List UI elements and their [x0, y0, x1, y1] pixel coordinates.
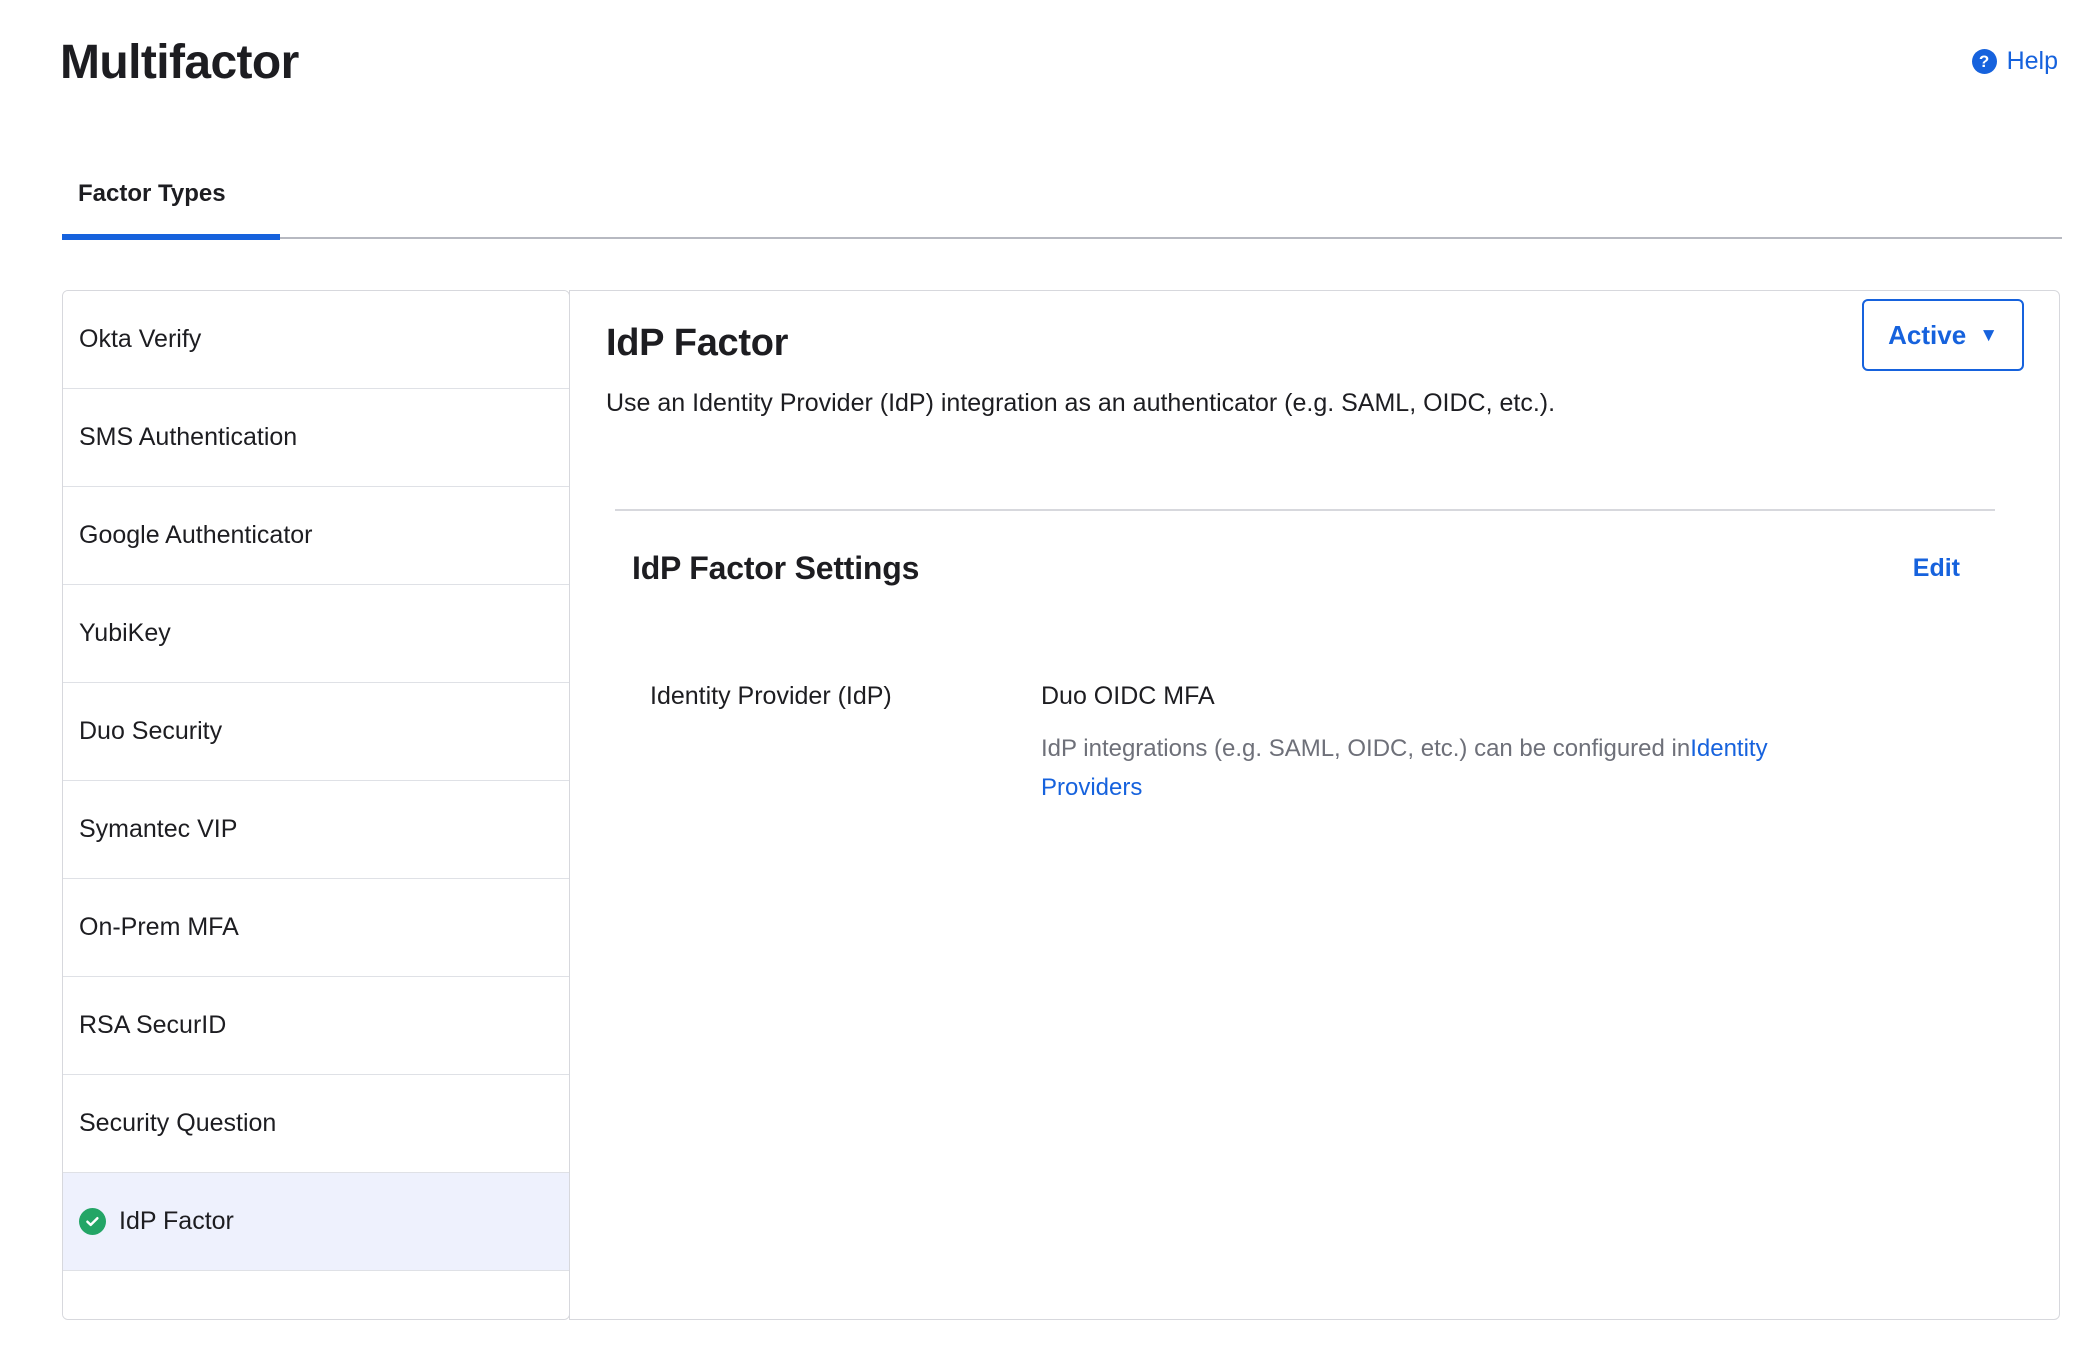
tab-factor-types-label: Factor Types — [78, 170, 226, 206]
page-header: Multifactor ? Help — [0, 0, 2100, 160]
tab-factor-types[interactable]: Factor Types — [62, 170, 242, 238]
edit-link[interactable]: Edit — [1913, 554, 1960, 583]
sidebar-item-yubikey[interactable]: YubiKey — [63, 585, 569, 683]
sidebar-filler-row — [63, 1271, 569, 1320]
sidebar-item-label: Security Question — [79, 1111, 276, 1136]
sidebar-item-label: SMS Authentication — [79, 425, 297, 450]
question-circle-icon: ? — [1972, 49, 1997, 74]
sidebar-item-rsa-securid[interactable]: RSA SecurID — [63, 977, 569, 1075]
sidebar-item-google-authenticator[interactable]: Google Authenticator — [63, 487, 569, 585]
help-label: Help — [2007, 47, 2058, 76]
tab-bar: Factor Types — [62, 170, 2062, 240]
detail-title: IdP Factor — [606, 321, 2023, 367]
field-value-group: Duo OIDC MFA IdP integrations (e.g. SAML… — [1022, 680, 1992, 807]
sidebar-item-label: Google Authenticator — [79, 523, 313, 548]
chevron-down-icon: ▼ — [1979, 326, 1998, 345]
field-row-identity-provider: Identity Provider (IdP) Duo OIDC MFA IdP… — [632, 680, 1992, 807]
sidebar-item-label: Duo Security — [79, 719, 222, 744]
status-dropdown-label: Active — [1888, 320, 1966, 351]
check-circle-icon — [79, 1208, 106, 1235]
detail-description: Use an Identity Provider (IdP) integrati… — [606, 387, 2023, 421]
content-area: Okta Verify SMS Authentication Google Au… — [62, 290, 2060, 1322]
identity-provider-value: Duo OIDC MFA — [1041, 680, 1992, 713]
sidebar-item-label: YubiKey — [79, 621, 171, 646]
factor-detail-panel: IdP Factor Use an Identity Provider (IdP… — [569, 290, 2060, 1320]
field-label: Identity Provider (IdP) — [632, 680, 1022, 807]
sidebar-item-duo-security[interactable]: Duo Security — [63, 683, 569, 781]
factor-type-list: Okta Verify SMS Authentication Google Au… — [62, 290, 570, 1320]
sidebar-item-security-question[interactable]: Security Question — [63, 1075, 569, 1173]
sidebar-item-sms-authentication[interactable]: SMS Authentication — [63, 389, 569, 487]
status-dropdown-button[interactable]: Active ▼ — [1862, 299, 2024, 371]
settings-header: IdP Factor Settings Edit — [632, 549, 1992, 587]
hint-text: IdP integrations (e.g. SAML, OIDC, etc.)… — [1041, 735, 1690, 762]
tab-active-indicator — [62, 234, 280, 240]
detail-header: IdP Factor Use an Identity Provider (IdP… — [606, 321, 2023, 420]
sidebar-item-label: On-Prem MFA — [79, 915, 239, 940]
sidebar-item-symantec-vip[interactable]: Symantec VIP — [63, 781, 569, 879]
page-title: Multifactor — [60, 34, 299, 92]
idp-factor-settings-section: IdP Factor Settings Edit Identity Provid… — [632, 549, 1992, 808]
detail-divider — [615, 509, 1995, 511]
sidebar-item-label: Okta Verify — [79, 327, 201, 352]
sidebar-item-okta-verify[interactable]: Okta Verify — [63, 291, 569, 389]
sidebar-item-idp-factor[interactable]: IdP Factor — [63, 1173, 569, 1271]
sidebar-item-label: RSA SecurID — [79, 1013, 226, 1038]
help-link[interactable]: ? Help — [1972, 47, 2058, 76]
sidebar-item-on-prem-mfa[interactable]: On-Prem MFA — [63, 879, 569, 977]
settings-title: IdP Factor Settings — [632, 549, 919, 587]
sidebar-item-label: Symantec VIP — [79, 817, 237, 842]
identity-provider-hint: IdP integrations (e.g. SAML, OIDC, etc.)… — [1041, 730, 1831, 808]
tab-bar-rule — [62, 237, 2062, 239]
sidebar-item-label: IdP Factor — [119, 1209, 234, 1234]
